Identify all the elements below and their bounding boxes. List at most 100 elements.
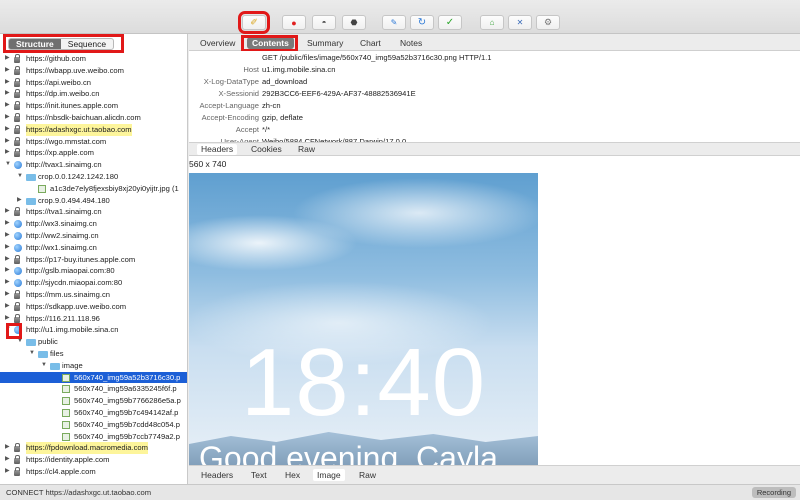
response-tab-raw[interactable]: Raw — [355, 469, 380, 481]
disclosure-collapsed-icon[interactable]: ▶ — [5, 112, 10, 124]
breakpoints-button[interactable]: ⬣ — [342, 15, 366, 30]
disclosure-collapsed-icon[interactable]: ▶ — [5, 277, 10, 289]
tab-notes[interactable]: Notes — [395, 37, 427, 49]
tree-row[interactable]: ▶ https://tva1.sinaimg.cn — [0, 206, 187, 218]
throttle-button[interactable]: ◓ — [312, 15, 336, 30]
tree-row[interactable]: ▶ https://nbsdk-baichuan.alicdn.com — [0, 112, 187, 124]
response-tab-headers[interactable]: Headers — [197, 469, 237, 481]
validate-button[interactable]: ✓ — [438, 15, 462, 30]
tree-row[interactable]: ▶ http://ww2.sinaimg.cn — [0, 230, 187, 242]
disclosure-collapsed-icon[interactable]: ▶ — [5, 124, 10, 136]
disclosure-expanded-icon[interactable]: ▼ — [17, 171, 23, 183]
tree-row[interactable]: 560x740_img59a52b3716c30.p — [0, 371, 187, 384]
disclosure-collapsed-icon[interactable]: ▶ — [5, 301, 10, 313]
tree-row[interactable]: ▼ files — [0, 348, 187, 360]
tree-row-label: a1c3de7ely8fjexsbiy8xj20yi0yijtr.jpg (1 — [50, 183, 179, 193]
disclosure-collapsed-icon[interactable]: ▶ — [5, 206, 10, 218]
recording-badge[interactable]: Recording — [751, 487, 796, 498]
host-tree: ▶ https://github.com ▶ https://wbapp.uve.we… — [0, 53, 187, 478]
tree-row[interactable]: ▶ https://api.weibo.cn — [0, 77, 187, 89]
tree-row[interactable]: ▶ https://identity.apple.com — [0, 454, 187, 466]
tree-row[interactable]: ▶ https://adashxgc.ut.taobao.com — [0, 123, 187, 136]
tree-row[interactable]: 560x740_img59b7ccb7749a2.p — [0, 431, 187, 443]
disclosure-collapsed-icon[interactable]: ▶ — [5, 100, 10, 112]
header-key: X-Sessionid — [218, 89, 259, 98]
tree-row-label: crop.0.0.1242.1242.180 — [38, 171, 119, 181]
subtab-cookies[interactable]: Cookies — [247, 144, 286, 155]
tab-overview[interactable]: Overview — [195, 37, 240, 49]
response-tab-hex[interactable]: Hex — [281, 469, 304, 481]
disclosure-collapsed-icon[interactable]: ▶ — [5, 218, 10, 230]
tree-row[interactable]: ▶ https://mm.us.sinaimg.cn — [0, 289, 187, 301]
tab-chart[interactable]: Chart — [355, 37, 386, 49]
disclosure-collapsed-icon[interactable]: ▶ — [5, 254, 10, 266]
tree-row[interactable]: ▶ https://cl4.apple.com — [0, 466, 187, 478]
file-icon — [38, 184, 46, 193]
disclosure-expanded-icon[interactable]: ▼ — [41, 360, 47, 372]
tree-row[interactable]: ▶ https://fpdownload.macromedia.com — [0, 442, 187, 455]
disclosure-collapsed-icon[interactable]: ▶ — [5, 242, 10, 254]
disclosure-expanded-icon[interactable]: ▼ — [29, 348, 35, 360]
tree-row-label: http://wx3.sinaimg.cn — [26, 219, 97, 229]
tree-row[interactable]: ▶ https://github.com — [0, 53, 187, 65]
tree-row[interactable]: ▼ public — [0, 336, 187, 348]
tree-row[interactable]: ▶ https://116.211.118.96 — [0, 313, 187, 325]
disclosure-collapsed-icon[interactable]: ▶ — [5, 53, 10, 65]
tools-button[interactable]: ✕ — [508, 15, 532, 30]
tree-row[interactable]: ▼ crop.0.0.1242.1242.180 — [0, 171, 187, 183]
disclosure-collapsed-icon[interactable]: ▶ — [5, 77, 10, 89]
disclosure-collapsed-icon[interactable]: ▶ — [5, 265, 10, 277]
tree-row[interactable]: a1c3de7ely8fjexsbiy8xj20yi0yijtr.jpg (1 — [0, 183, 187, 195]
disclosure-collapsed-icon[interactable]: ▶ — [5, 454, 10, 466]
shop-button[interactable]: ⌂ — [480, 15, 504, 30]
disclosure-collapsed-icon[interactable]: ▶ — [5, 136, 10, 148]
header-row: Host u1.img.mobile.sina.cn — [189, 64, 800, 76]
tree-row[interactable]: 560x740_img59b7cdd48c054.p — [0, 419, 187, 431]
repeat-button[interactable]: ↻ — [410, 15, 434, 30]
tree-row[interactable]: ▶ http://wx1.sinaimg.cn — [0, 242, 187, 254]
disclosure-expanded-icon[interactable]: ▼ — [5, 159, 11, 171]
disclosure-collapsed-icon[interactable]: ▶ — [5, 289, 10, 301]
tree-row[interactable]: 560x740_img59a6335245f6f.p — [0, 383, 187, 395]
tree-row[interactable]: ▼ http://tvax1.sinaimg.cn — [0, 159, 187, 171]
tree-row[interactable]: ▶ https://dp.im.weibo.cn — [0, 88, 187, 100]
tree-row-label: 560x740_img59a52b3716c30.p — [74, 372, 181, 382]
tree-row[interactable]: ▶ crop.9.0.494.494.180 — [0, 195, 187, 207]
file-icon — [62, 385, 70, 394]
tree-row[interactable]: ▶ https://xp.apple.com — [0, 147, 187, 159]
tab-summary[interactable]: Summary — [302, 37, 348, 49]
tools-icon: ✕ — [516, 18, 524, 27]
tree-row[interactable]: 560x740_img59b7c494142af.p — [0, 407, 187, 419]
response-tab-image[interactable]: Image — [313, 469, 345, 481]
edit-button[interactable]: ✎ — [382, 15, 406, 30]
tree-row[interactable]: ▶ http://wx3.sinaimg.cn — [0, 218, 187, 230]
tree-row[interactable]: ▶ https://init.itunes.apple.com — [0, 100, 187, 112]
status-text: CONNECT https://adashxgc.ut.taobao.com — [6, 488, 152, 497]
subtab-headers[interactable]: Headers — [197, 144, 238, 155]
record-button[interactable]: ● — [282, 15, 306, 30]
disclosure-collapsed-icon[interactable]: ▶ — [5, 466, 10, 478]
subtab-raw[interactable]: Raw — [294, 144, 319, 155]
tree-row[interactable]: ▶ http://sjycdn.miaopai.com:80 — [0, 277, 187, 289]
disclosure-collapsed-icon[interactable]: ▶ — [5, 88, 10, 100]
disclosure-collapsed-icon[interactable]: ▶ — [5, 442, 10, 454]
disclosure-collapsed-icon[interactable]: ▶ — [5, 65, 10, 77]
disclosure-collapsed-icon[interactable]: ▶ — [5, 147, 10, 159]
disclosure-collapsed-icon[interactable]: ▶ — [5, 230, 10, 242]
tree-row[interactable]: ▶ https://p17-buy.itunes.apple.com — [0, 254, 187, 266]
tree-row[interactable]: ▶ http://gslb.miaopai.com:80 — [0, 265, 187, 277]
tree-row[interactable]: ▶ https://wbapp.uve.weibo.com — [0, 65, 187, 77]
clear-session-button[interactable]: ✐ — [238, 11, 270, 34]
response-tab-text[interactable]: Text — [247, 469, 271, 481]
disclosure-collapsed-icon[interactable]: ▶ — [17, 195, 22, 207]
tree-row[interactable]: 560x740_img59b7766286e5a.p — [0, 395, 187, 407]
tree-row-label: image — [62, 360, 83, 370]
tree-row-label: 560x740_img59b7c494142af.p — [74, 407, 179, 417]
settings-button[interactable]: ⚙ — [536, 15, 560, 30]
tree-row[interactable]: ▶ https://wgo.mmstat.com — [0, 136, 187, 148]
tree-row[interactable]: ▼ http://u1.img.mobile.sina.cn — [0, 324, 187, 336]
tree-row-label: https://init.itunes.apple.com — [26, 101, 119, 111]
tree-row[interactable]: ▶ https://sdkapp.uve.weibo.com — [0, 301, 187, 313]
lock-icon — [14, 455, 20, 465]
tree-row[interactable]: ▼ image — [0, 360, 187, 372]
